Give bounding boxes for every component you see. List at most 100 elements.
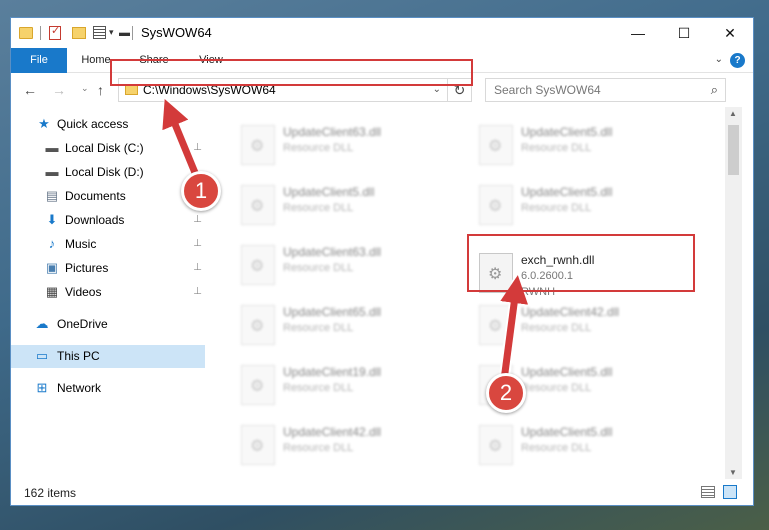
search-icon: ⌕ [710, 82, 718, 97]
search-input[interactable]: Search SysWOW64 ⌕ [485, 78, 726, 102]
file-name: UpdateClient5.dll [283, 185, 375, 199]
title-bar: ▾ ▬ SysWOW64 — ☐ ✕ [11, 18, 753, 48]
scroll-down-arrow-icon[interactable]: ▼ [729, 468, 737, 477]
file-description: Resource DLL [283, 442, 354, 454]
pin-icon[interactable]: ⊥ [193, 238, 202, 249]
file-name: UpdateClient19.dll [283, 365, 382, 379]
file-description: Resource DLL [521, 142, 592, 154]
tab-view[interactable]: View [189, 48, 233, 73]
sidebar-item-label: Pictures [65, 261, 109, 275]
sidebar-item-network[interactable]: ⊞ Network [11, 377, 205, 400]
sidebar-item-downloads[interactable]: ⬇ Downloads ⊥ [11, 209, 205, 232]
dll-file-icon [241, 185, 275, 225]
large-icons-view-icon[interactable] [723, 485, 737, 499]
file-item[interactable]: UpdateClient5.dll Resource DLL [471, 117, 691, 173]
sidebar-item-onedrive[interactable]: ☁ OneDrive [11, 313, 205, 336]
file-name: UpdateClient5.dll [521, 365, 613, 379]
file-description: Resource DLL [283, 142, 354, 154]
scrollbar-thumb[interactable] [728, 125, 739, 175]
sidebar-item-label: Local Disk (C:) [65, 141, 144, 155]
file-description: Resource DLL [521, 322, 592, 334]
close-button[interactable]: ✕ [707, 18, 753, 48]
window-title: SysWOW64 [141, 25, 212, 40]
file-item[interactable]: UpdateClient19.dll Resource DLL [233, 357, 453, 413]
file-item[interactable]: UpdateClient63.dll Resource DLL [233, 117, 453, 173]
sidebar-item-this-pc[interactable]: ▭ This PC [11, 345, 205, 368]
scroll-up-arrow-icon[interactable]: ▲ [729, 109, 737, 118]
file-description: Resource DLL [283, 322, 354, 334]
dll-file-icon [479, 305, 513, 345]
file-item-exch-rwnh[interactable]: exch_rwnh.dll 6.0.2600.1 RWNH [471, 245, 691, 301]
vertical-scrollbar[interactable]: ▲ ▼ [725, 107, 742, 479]
address-bar[interactable]: C:\Windows\SysWOW64 ⌄ ↻ [118, 78, 472, 102]
videos-icon: ▦ [45, 284, 59, 299]
chevron-down-icon[interactable]: ⌄ [715, 54, 723, 65]
new-folder-icon[interactable] [72, 27, 86, 39]
sidebar-item-videos[interactable]: ▦ Videos ⊥ [11, 281, 205, 304]
file-item[interactable]: UpdateClient63.dll Resource DLL [233, 237, 453, 293]
dll-file-icon [241, 425, 275, 465]
dll-file-icon [479, 125, 513, 165]
ribbon-tabs: File Home Share View ⌄ ? [11, 48, 753, 104]
view-options-icon[interactable] [93, 26, 106, 39]
forward-arrow-icon[interactable]: → [52, 82, 66, 98]
sidebar-item-label: Local Disk (D:) [65, 165, 144, 179]
sidebar-item-label: Music [65, 237, 97, 251]
file-name: UpdateClient5.dll [521, 125, 613, 139]
file-list: UpdateClient63.dll Resource DLL UpdateCl… [215, 107, 725, 479]
file-item[interactable]: UpdateClient5.dll Resource DLL [471, 177, 691, 233]
step-badge-1: 1 [181, 171, 221, 211]
sidebar-item-label: Videos [65, 285, 102, 299]
chevron-down-icon[interactable]: ⌄ [433, 84, 441, 95]
up-arrow-icon[interactable]: ↑ [97, 82, 104, 98]
toolbar-divider [40, 26, 41, 40]
file-item[interactable]: UpdateClient42.dll Resource DLL [471, 297, 691, 353]
dll-file-icon [241, 305, 275, 345]
maximize-button[interactable]: ☐ [661, 18, 707, 48]
address-path[interactable]: C:\Windows\SysWOW64 [143, 83, 276, 97]
sidebar-item-label: Downloads [65, 213, 125, 227]
file-name: UpdateClient42.dll [521, 305, 620, 319]
sidebar-item-local-disk-c[interactable]: ▬ Local Disk (C:) ⊥ [11, 137, 205, 160]
file-name: UpdateClient42.dll [283, 425, 382, 439]
item-count: 162 items [24, 486, 77, 500]
pin-icon[interactable]: ⊥ [193, 214, 202, 225]
properties-icon[interactable] [49, 24, 61, 40]
file-item[interactable]: UpdateClient5.dll Resource DLL [233, 177, 453, 233]
tab-share[interactable]: Share [132, 48, 176, 73]
tab-home[interactable]: Home [74, 48, 118, 73]
sidebar-item-music[interactable]: ♪ Music ⊥ [11, 233, 205, 256]
file-description: Resource DLL [283, 262, 354, 274]
computer-icon: ▭ [35, 348, 49, 363]
minimize-button[interactable]: — [615, 18, 661, 48]
dll-file-icon [241, 365, 275, 405]
back-arrow-icon[interactable]: ← [23, 82, 37, 98]
sidebar-item-documents[interactable]: ▤ Documents ⊥ [11, 185, 205, 208]
customize-toolbar-icon[interactable]: ▬ [119, 27, 130, 43]
file-version: 6.0.2600.1 [521, 270, 573, 282]
drive-icon: ▬ [45, 140, 59, 155]
network-icon: ⊞ [36, 380, 48, 395]
pictures-icon: ▣ [45, 260, 59, 275]
file-item[interactable]: UpdateClient42.dll Resource DLL [233, 417, 453, 473]
sidebar-item-quick-access[interactable]: ★ Quick access [11, 113, 205, 136]
recent-locations-icon[interactable]: ⌄ [81, 83, 89, 94]
file-description: Resource DLL [283, 382, 354, 394]
file-item[interactable]: UpdateClient65.dll Resource DLL [233, 297, 453, 353]
details-view-icon[interactable] [701, 486, 715, 498]
navigation-bar: ← → ⌄ ↑ C:\Windows\SysWOW64 ⌄ ↻ Search S… [11, 73, 753, 107]
drive-icon: ▬ [45, 164, 59, 179]
refresh-icon[interactable]: ↻ [447, 79, 471, 101]
sidebar-item-pictures[interactable]: ▣ Pictures ⊥ [11, 257, 205, 280]
sidebar-item-local-disk-d[interactable]: ▬ Local Disk (D:) [11, 161, 205, 184]
pin-icon[interactable]: ⊥ [193, 286, 202, 297]
file-item[interactable]: UpdateClient5.dll Resource DLL [471, 417, 691, 473]
pin-icon[interactable]: ⊥ [193, 262, 202, 273]
help-icon[interactable]: ? [730, 53, 745, 68]
explorer-window: ▾ ▬ SysWOW64 — ☐ ✕ File Home Share View … [10, 17, 754, 506]
sidebar-item-label: This PC [57, 349, 100, 363]
pin-icon[interactable]: ⊥ [193, 142, 202, 153]
dll-file-icon [241, 245, 275, 285]
file-name: UpdateClient5.dll [521, 425, 613, 439]
chevron-down-icon[interactable]: ▾ [109, 27, 114, 43]
